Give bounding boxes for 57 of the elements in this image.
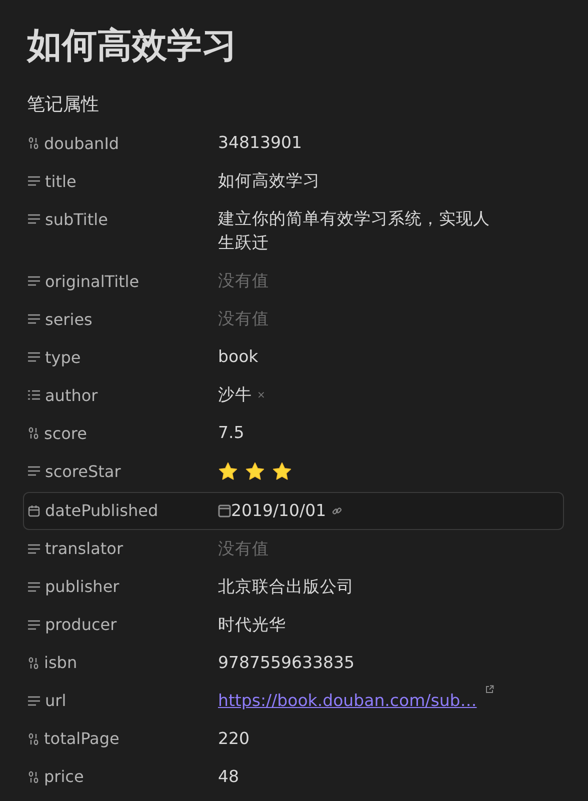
link-icon[interactable]: [332, 506, 342, 516]
property-row[interactable]: datePublished 2019/10/01: [23, 492, 564, 530]
list-icon: [28, 390, 40, 400]
binary-icon: [28, 770, 39, 782]
property-value[interactable]: 时代光华: [218, 612, 498, 636]
binary-icon: [28, 137, 39, 149]
property-key[interactable]: author: [45, 386, 98, 404]
text-lines-icon: [28, 620, 40, 630]
date-value[interactable]: 2019/10/01: [231, 498, 326, 522]
binary-icon: [28, 732, 39, 744]
section-heading: 笔记属性: [27, 93, 100, 117]
property-key[interactable]: originalTitle: [45, 272, 140, 290]
property-key[interactable]: url: [45, 691, 66, 710]
calendar-icon: [28, 504, 40, 516]
property-key[interactable]: publisher: [45, 577, 120, 596]
star-icon: [218, 462, 238, 480]
binary-icon: [28, 656, 39, 668]
property-key[interactable]: price: [44, 767, 84, 786]
remove-tag-button[interactable]: ×: [257, 390, 266, 400]
property-value[interactable]: 48: [218, 764, 498, 788]
note-title: 如何高效学习: [27, 25, 238, 68]
property-key[interactable]: producer: [45, 615, 117, 634]
text-lines-icon: [28, 466, 40, 476]
external-link-icon[interactable]: [484, 684, 494, 694]
property-value[interactable]: 34813901: [218, 131, 498, 155]
binary-icon: [28, 427, 39, 439]
text-lines-icon: [28, 276, 40, 286]
property-key[interactable]: totalPage: [44, 729, 120, 748]
property-value[interactable]: book: [218, 345, 498, 369]
property-key[interactable]: type: [45, 348, 81, 366]
property-value[interactable]: 9787559633835: [218, 650, 498, 674]
property-value[interactable]: 7.5: [218, 421, 498, 445]
calendar-icon[interactable]: [218, 504, 231, 518]
text-lines-icon: [28, 176, 40, 186]
property-key[interactable]: translator: [45, 539, 124, 558]
text-lines-icon: [28, 314, 40, 324]
property-value[interactable]: 如何高效学习: [218, 169, 498, 193]
property-key[interactable]: series: [45, 310, 92, 328]
star-icon: [272, 462, 292, 480]
property-key[interactable]: title: [45, 172, 76, 190]
property-key[interactable]: score: [44, 424, 87, 442]
author-tag[interactable]: 沙牛: [218, 383, 252, 407]
property-key[interactable]: scoreStar: [45, 462, 121, 480]
property-key[interactable]: doubanId: [44, 134, 120, 152]
text-lines-icon: [28, 696, 40, 706]
text-lines-icon: [28, 352, 40, 362]
text-lines-icon: [28, 214, 40, 224]
property-value[interactable]: 建立你的简单有效学习系统，实现人生跃迁: [218, 207, 498, 255]
property-key[interactable]: datePublished: [45, 501, 158, 520]
property-value[interactable]: 220: [218, 726, 498, 750]
star-icon: [245, 462, 265, 480]
property-key[interactable]: subTitle: [45, 210, 108, 228]
text-lines-icon: [28, 582, 40, 592]
url-link[interactable]: https://book.douban.com/sub…: [218, 688, 477, 712]
property-value[interactable]: 北京联合出版公司: [218, 574, 498, 598]
property-key[interactable]: isbn: [44, 653, 78, 672]
text-lines-icon: [28, 544, 40, 554]
